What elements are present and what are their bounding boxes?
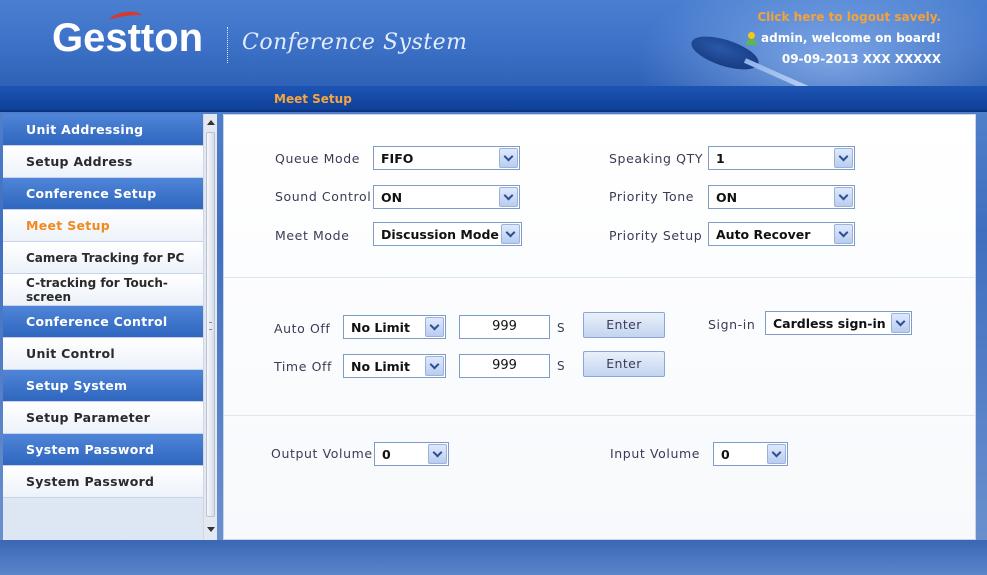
auto-off-label: Auto Off [274,321,331,336]
footer-ribbon [0,540,987,575]
chevron-down-icon[interactable] [499,187,518,207]
chevron-down-icon[interactable] [428,444,447,464]
priority-setup-value: Auto Recover [716,226,811,242]
sidebar-item-c-tracking[interactable]: C-tracking for Touch-screen [3,274,203,306]
queue-mode-select[interactable]: FIFO [373,146,520,170]
sidebar-group-system-password[interactable]: System Password [3,434,203,466]
scroll-thumb[interactable] [206,132,215,517]
output-volume-select[interactable]: 0 [374,442,449,466]
chevron-down-icon[interactable] [425,317,444,337]
sign-in-select[interactable]: Cardless sign-in [765,311,912,335]
sidebar-item-setup-parameter[interactable]: Setup Parameter [3,402,203,434]
queue-mode-label: Queue Mode [275,151,361,166]
logout-link[interactable]: Click here to logout savely. [757,10,941,24]
time-off-label: Time Off [274,359,333,374]
time-off-enter-button[interactable]: Enter [583,351,665,377]
meet-mode-value: Discussion Mode [381,226,499,242]
sign-in-label: Sign-in [708,317,756,332]
scroll-up-arrow-icon[interactable] [207,120,215,125]
datetime-display: 09-09-2013 XXX XXXXX [781,52,941,66]
user-icon [746,31,758,45]
output-volume-value: 0 [382,446,391,462]
priority-tone-value: ON [716,189,738,205]
meet-mode-label: Meet Mode [275,228,350,243]
sidebar-item-unit-control[interactable]: Unit Control [3,338,203,370]
section-divider [224,415,975,416]
sidebar-group-unit-addressing[interactable]: Unit Addressing [3,114,203,146]
section-divider [224,277,975,278]
priority-setup-label: Priority Setup [609,228,703,243]
input-volume-value: 0 [721,446,730,462]
auto-off-select[interactable]: No Limit [343,315,446,339]
chevron-down-icon[interactable] [499,148,518,168]
speaking-qty-select[interactable]: 1 [708,146,855,170]
output-volume-label: Output Volume [271,446,373,461]
chevron-down-icon[interactable] [891,313,910,333]
header: Gestton Conference System Click here to … [0,0,987,86]
meet-mode-select[interactable]: Discussion Mode [373,222,522,246]
auto-off-enter-button[interactable]: Enter [583,312,665,338]
time-off-unit: S [557,359,565,373]
sound-control-label: Sound Control [275,189,372,204]
welcome-message: admin, welcome on board! [746,31,941,45]
priority-setup-select[interactable]: Auto Recover [708,222,855,246]
sidebar-item-camera-tracking[interactable]: Camera Tracking for PC [3,242,203,274]
sidebar: Unit Addressing Setup Address Conference… [3,114,203,540]
speaking-qty-value: 1 [716,150,725,166]
sign-in-value: Cardless sign-in [773,315,886,331]
sidebar-item-meet-setup[interactable]: Meet Setup [3,210,203,242]
sidebar-item-system-password[interactable]: System Password [3,466,203,498]
chevron-down-icon[interactable] [425,356,444,376]
main-content: Queue Mode FIFO Sound Control ON Meet Mo… [223,114,976,540]
chevron-down-icon[interactable] [834,148,853,168]
chevron-down-icon[interactable] [767,444,786,464]
time-off-select[interactable]: No Limit [343,354,446,378]
page-title: Meet Setup [274,92,352,106]
auto-off-value: No Limit [351,319,410,335]
sidebar-item-setup-address[interactable]: Setup Address [3,146,203,178]
chevron-down-icon[interactable] [834,187,853,207]
input-volume-label: Input Volume [610,446,701,461]
grip-icon [209,322,212,330]
sidebar-group-conference-control[interactable]: Conference Control [3,306,203,338]
auto-off-unit: S [557,321,565,335]
input-volume-select[interactable]: 0 [713,442,788,466]
queue-mode-value: FIFO [381,150,414,166]
chevron-down-icon[interactable] [501,224,520,244]
app-subtitle: Conference System [242,30,468,55]
priority-tone-label: Priority Tone [609,189,695,204]
auto-off-seconds-input[interactable]: 999 [459,315,550,339]
welcome-text: admin, welcome on board! [761,31,941,45]
speaking-qty-label: Speaking QTY [609,151,704,166]
time-off-value: No Limit [351,358,410,374]
chevron-down-icon[interactable] [834,224,853,244]
sidebar-group-setup-system[interactable]: Setup System [3,370,203,402]
nav-strip: Meet Setup [0,86,987,112]
sound-control-select[interactable]: ON [373,185,520,209]
logo-divider [227,27,228,63]
priority-tone-select[interactable]: ON [708,185,855,209]
sidebar-group-conference-setup[interactable]: Conference Setup [3,178,203,210]
sound-control-value: ON [381,189,403,205]
scroll-down-arrow-icon[interactable] [207,527,215,532]
time-off-seconds-input[interactable]: 999 [459,354,550,378]
sidebar-scrollbar[interactable] [203,114,217,540]
